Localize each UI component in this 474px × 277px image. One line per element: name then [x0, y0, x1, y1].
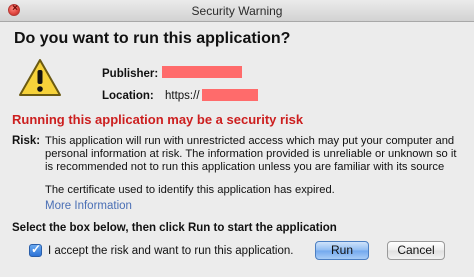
publisher-label: Publisher: — [102, 68, 159, 80]
location-label: Location: — [102, 90, 154, 102]
more-information-link[interactable]: More Information — [45, 200, 132, 212]
dialog-headline: Do you want to run this application? — [14, 30, 291, 47]
accept-risk-label[interactable]: I accept the risk and want to run this a… — [48, 245, 293, 257]
location-value: https:// — [165, 90, 200, 102]
certificate-expired-text: The certificate used to identify this ap… — [45, 184, 335, 196]
warning-icon — [19, 59, 61, 96]
risk-label: Risk: — [12, 135, 41, 147]
risk-description: This application will run with unrestric… — [45, 135, 470, 174]
risk-line: This application will run with unrestric… — [45, 135, 455, 147]
checkmark-icon: ✓ — [31, 242, 42, 256]
window-title: Security Warning — [191, 4, 283, 18]
cancel-button[interactable]: Cancel — [387, 241, 445, 260]
accept-risk-checkbox[interactable]: ✓ — [29, 242, 42, 257]
security-warning-dialog: × Security Warning Do you want to run th… — [0, 0, 474, 277]
title-bar: × Security Warning — [0, 0, 474, 22]
instruction-text: Select the box below, then click Run to … — [12, 222, 337, 234]
run-button[interactable]: Run — [315, 241, 369, 260]
publisher-redaction — [162, 66, 242, 78]
location-redaction — [202, 89, 258, 101]
risk-line: is recommended not to run this applicati… — [45, 161, 445, 173]
risk-line: personal information at risk. The inform… — [45, 148, 457, 160]
risk-headline: Running this application may be a securi… — [12, 112, 304, 127]
